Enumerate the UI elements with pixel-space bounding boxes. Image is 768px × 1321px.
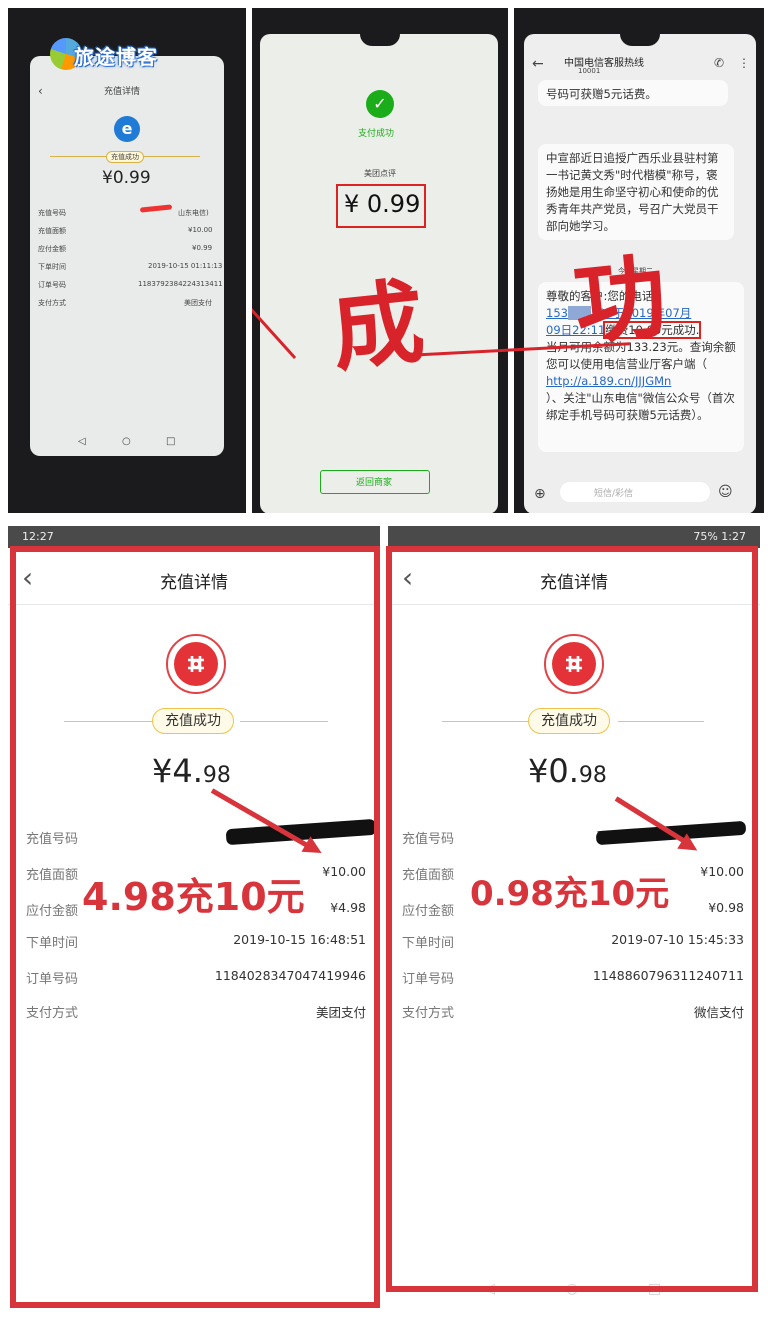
telecom-logo-icon: e [114, 116, 140, 142]
highlight-frame-1 [10, 546, 380, 1308]
sms-input[interactable] [560, 482, 710, 502]
sms-url-link[interactable]: http://a.189.cn/JJJGMn [546, 374, 671, 388]
nav-home-icon[interactable]: ○ [122, 436, 131, 447]
highlight-frame-2 [386, 546, 758, 1292]
back-icon[interactable]: ‹ [38, 84, 43, 98]
row-label: 下单时间 [38, 263, 66, 271]
notch [620, 34, 660, 46]
back-icon[interactable]: ← [532, 56, 544, 72]
row-value: 1183792384224313411 [138, 280, 223, 288]
return-merchant-label: 返回商家 [356, 478, 393, 488]
emoji-icon[interactable]: ☺ [718, 484, 733, 500]
add-icon[interactable]: ⊕ [534, 486, 546, 502]
watermark-text: 旅途博客 [74, 45, 158, 69]
row-label: 支付方式 [38, 299, 66, 307]
photo-recharge-detail-telecom: ‹ 充值详情 e 充值成功 ¥0.99 充值号码 山东电信) 充值面额 ¥10.… [8, 8, 246, 513]
row-value: 美团支付 [184, 299, 212, 307]
sender-name: 中国电信客服热线 [564, 58, 644, 69]
payment-status: 支付成功 [358, 129, 395, 139]
notch [360, 34, 400, 46]
row-value: 山东电信) [178, 209, 209, 217]
row-label: 充值面额 [38, 227, 66, 235]
row-label: 订单号码 [38, 281, 66, 289]
row-value: 2019-10-15 01:11:13 [148, 262, 223, 270]
amount: ¥0.99 [102, 168, 151, 188]
status-time: 12:27 [22, 530, 54, 543]
sender-number: 10001 [578, 67, 601, 75]
status-bar: 75% 1:27 [388, 526, 760, 548]
row-value: ¥0.99 [192, 244, 213, 252]
status-time: 75% 1:27 [693, 530, 746, 543]
redaction-scribble [139, 204, 173, 213]
more-icon[interactable]: ⋮ [738, 56, 750, 70]
phone-screen: ‹ 充值详情 e 充值成功 ¥0.99 充值号码 山东电信) 充值面额 ¥10.… [30, 56, 224, 456]
success-check-icon: ✓ [366, 90, 394, 118]
nav-recent-icon[interactable]: □ [166, 436, 175, 447]
page-title: 充值详情 [104, 87, 141, 97]
merchant-name: 美团点评 [364, 169, 396, 178]
sms-line: ）、关注"山东电信"微信公众号（首次绑定手机号码可获赠5元话费）。 [546, 391, 735, 422]
status-bar: 12:27 [8, 526, 380, 548]
call-icon[interactable]: ✆ [714, 56, 724, 70]
nav-back-icon[interactable]: ◁ [78, 436, 86, 447]
row-label: 充值号码 [38, 209, 66, 217]
row-label: 应付金额 [38, 245, 66, 253]
sms-input-placeholder: 短信/彩信 [594, 489, 634, 499]
status-badge: 充值成功 [106, 151, 144, 163]
row-value: ¥10.00 [188, 226, 213, 234]
amount-highlight-box [336, 184, 426, 228]
watermark-logo: 旅途博客 [48, 36, 172, 72]
sms-bubble-top: 号码可获赠5元话费。 [538, 80, 728, 106]
